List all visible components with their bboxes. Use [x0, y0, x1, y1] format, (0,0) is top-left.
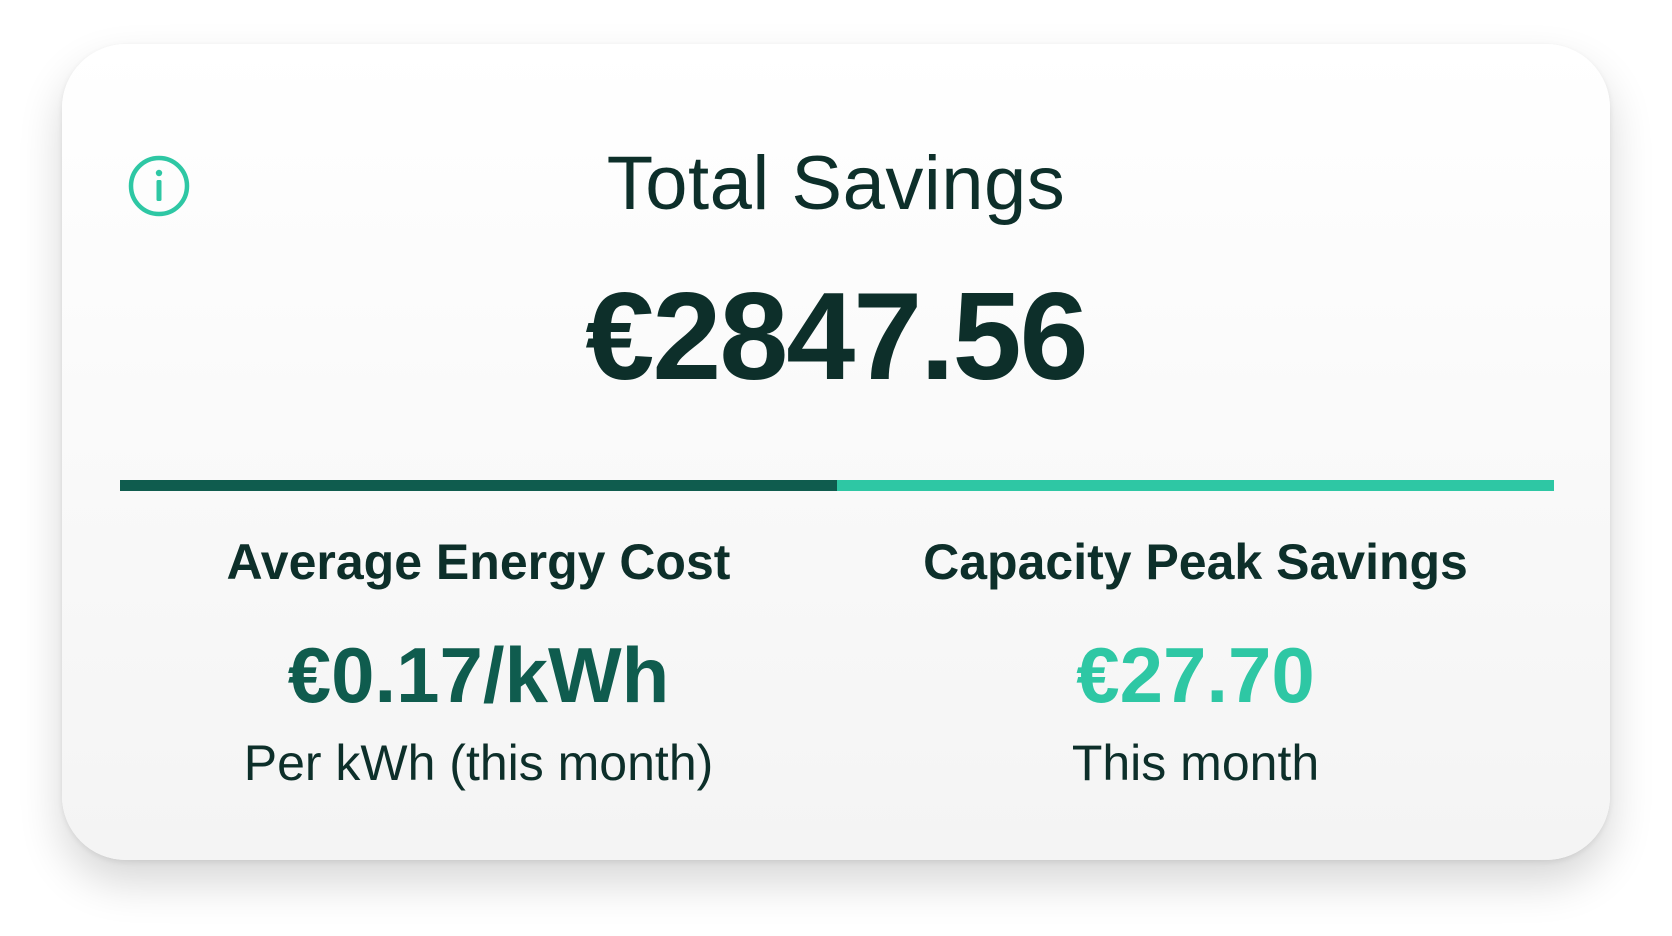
card-title: Total Savings [606, 141, 1066, 226]
capacity-peak-savings-subtitle: This month [1071, 735, 1320, 791]
average-energy-cost-section: Average Energy Cost €0.17/kWh Per kWh (t… [120, 524, 837, 794]
average-energy-cost-value: €0.17/kWh [287, 631, 670, 719]
divider-right-segment [837, 480, 1554, 491]
average-energy-cost-label: Average Energy Cost [226, 534, 731, 590]
capacity-peak-savings-value: €27.70 [1076, 631, 1315, 719]
capacity-peak-savings-section: Capacity Peak Savings €27.70 This month [837, 524, 1554, 794]
total-savings-value: €2847.56 [585, 268, 1088, 406]
divider-left-segment [120, 480, 837, 491]
capacity-peak-savings-label: Capacity Peak Savings [923, 534, 1468, 590]
savings-card: Total Savings €2847.56 Average Energy Co… [62, 44, 1610, 860]
average-energy-cost-subtitle: Per kWh (this month) [243, 735, 714, 791]
